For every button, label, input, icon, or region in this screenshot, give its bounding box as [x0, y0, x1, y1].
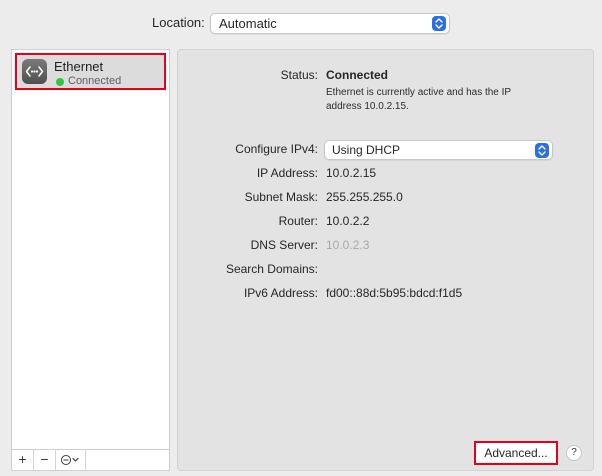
ip-address-label: IP Address: [256, 166, 318, 180]
location-label: Location: [152, 15, 205, 30]
service-list: Ethernet Connected + − [11, 49, 170, 471]
detail-pane: Status: Connected Ethernet is currently … [177, 49, 594, 471]
status-value: Connected [326, 68, 389, 82]
dns-server-label: DNS Server: [250, 238, 318, 252]
ipv6-address-value: fd00::88d:5b95:bdcd:f1d5 [326, 286, 463, 300]
service-item-ethernet[interactable]: Ethernet Connected [15, 53, 166, 90]
status-description: Ethernet is currently active and has the… [326, 87, 511, 112]
service-status: Connected [68, 75, 122, 87]
router-value: 10.0.2.2 [326, 214, 370, 228]
subnet-mask-value: 255.255.255.0 [326, 190, 403, 204]
ip-address-value: 10.0.2.15 [326, 166, 377, 180]
ipv6-address-label: IPv6 Address: [243, 286, 318, 300]
add-service-button[interactable]: + [12, 450, 34, 470]
configure-ipv4-label: Configure IPv4: [235, 142, 318, 156]
chevron-updown-icon [432, 16, 446, 31]
location-select[interactable]: Automatic [210, 13, 450, 34]
router-label: Router: [278, 214, 318, 228]
remove-service-button[interactable]: − [34, 450, 56, 470]
subnet-mask-label: Subnet Mask: [244, 190, 318, 204]
advanced-button[interactable]: Advanced... [474, 441, 558, 465]
status-dot-icon [56, 78, 64, 86]
ethernet-icon [22, 59, 47, 84]
search-domains-label: Search Domains: [225, 262, 318, 276]
dns-server-value: 10.0.2.3 [326, 238, 370, 252]
chevron-updown-icon [535, 143, 549, 158]
configure-ipv4-select[interactable]: Using DHCP [324, 140, 553, 160]
status-label: Status: [280, 68, 318, 82]
sidebar-footer: + − [12, 449, 169, 470]
help-button[interactable]: ? [566, 445, 582, 461]
action-menu-icon[interactable] [56, 450, 86, 470]
configure-ipv4-value: Using DHCP [332, 143, 401, 157]
location-value: Automatic [219, 16, 277, 31]
service-name: Ethernet [54, 59, 104, 74]
